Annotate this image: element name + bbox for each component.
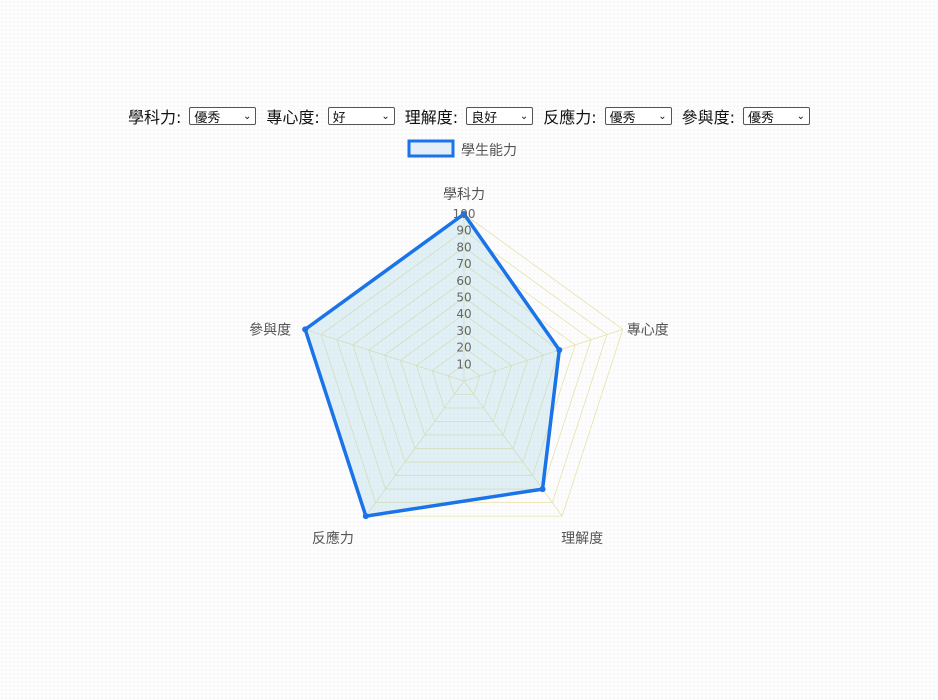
- data-point: [539, 486, 546, 493]
- tick-label: 30: [456, 324, 471, 338]
- tick-label: 40: [456, 307, 471, 321]
- tick-label: 90: [456, 224, 471, 238]
- legend-label: 學生能力: [461, 143, 517, 159]
- data-point: [302, 326, 309, 333]
- tick-label: 70: [456, 257, 471, 271]
- radar-chart: 10 20 30 40 50 60 70 80 90 100 學科力專心度理解度 反應力 參與度 學生能力: [249, 139, 669, 547]
- tick-label: 100: [453, 207, 476, 221]
- tick-label: 50: [456, 291, 471, 305]
- legend-swatch: [407, 139, 455, 158]
- series-area: [303, 212, 562, 518]
- tick-label: 20: [456, 341, 471, 355]
- tick-label: 60: [456, 274, 471, 288]
- tick-label: 80: [456, 240, 471, 254]
- axis-label: 參與度: [249, 322, 291, 338]
- data-point: [362, 513, 369, 520]
- axis-label: 專心度: [627, 322, 669, 338]
- axis-label: 學科力: [443, 187, 485, 203]
- data-point: [556, 347, 563, 354]
- axis-label: 理解度: [561, 531, 603, 547]
- tick-label: 10: [456, 357, 471, 371]
- axis-label: 反應力: [312, 530, 354, 547]
